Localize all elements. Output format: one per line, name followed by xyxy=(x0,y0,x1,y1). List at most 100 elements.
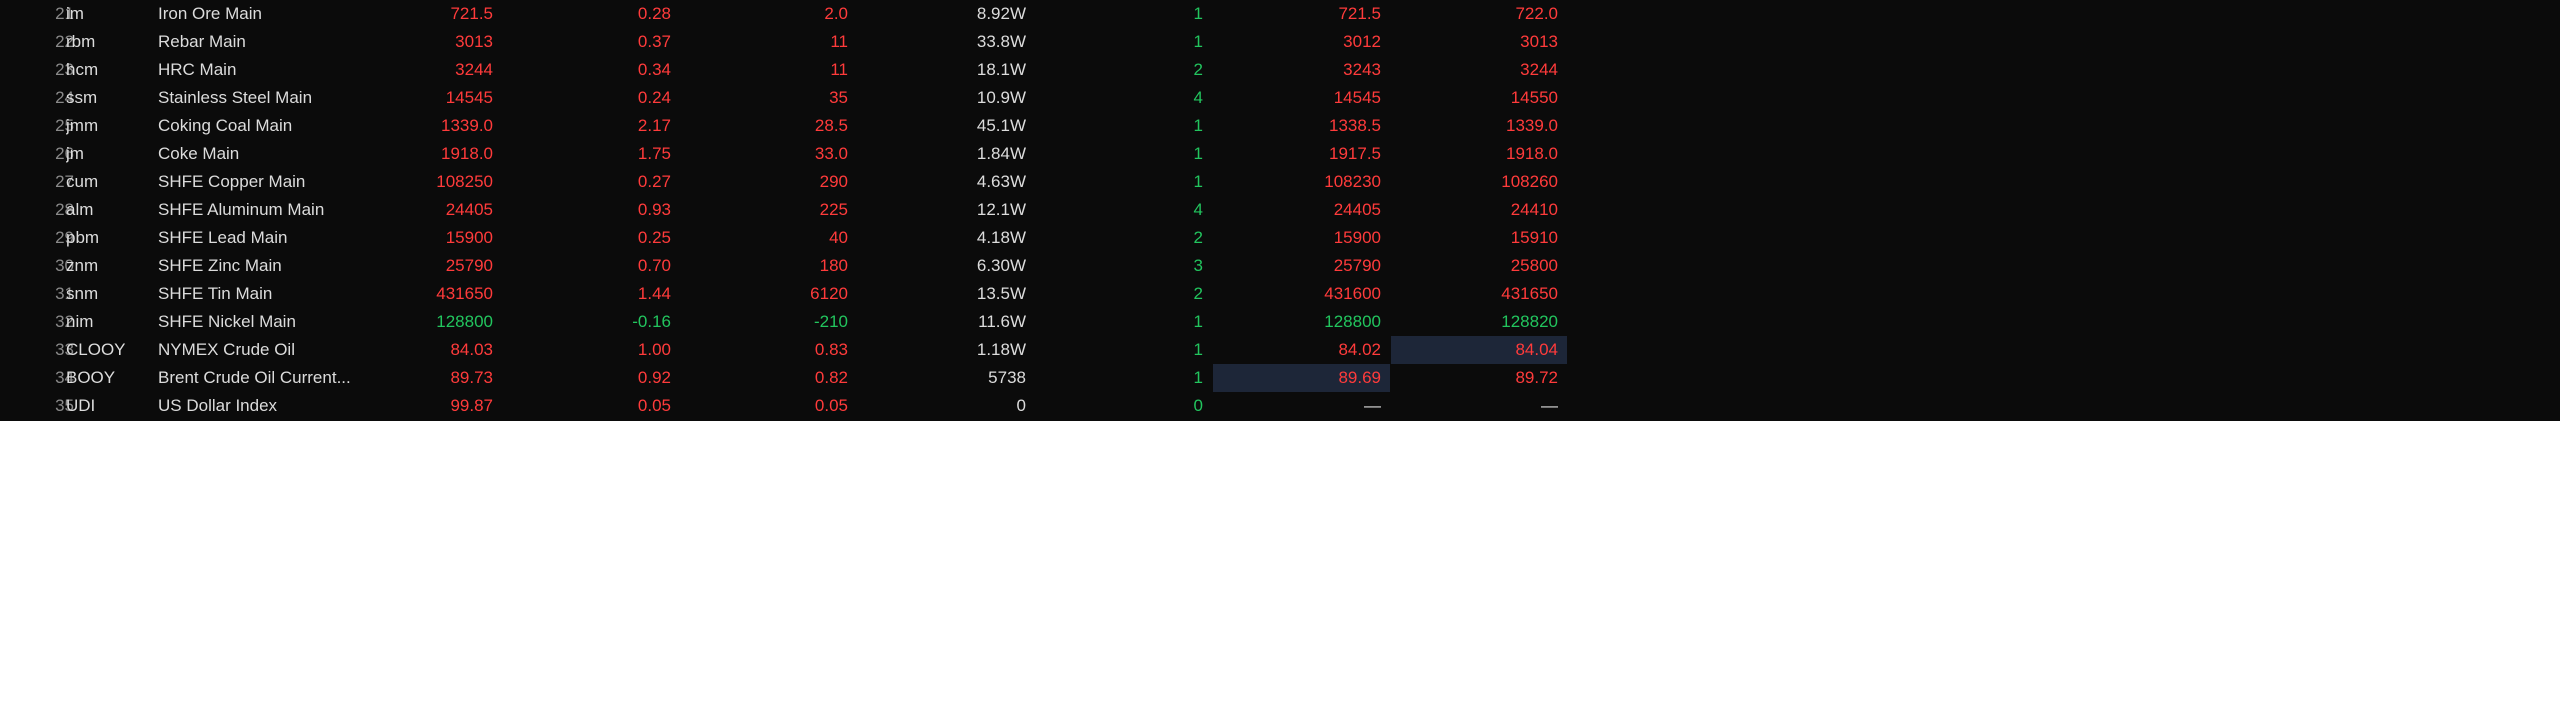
contract-name-cell: SHFE Copper Main xyxy=(158,172,306,191)
change-value-cell: 11 xyxy=(830,32,848,51)
current-lots-cell: 1 xyxy=(1193,116,1203,135)
contract-name-cell: NYMEX Crude Oil xyxy=(158,340,295,359)
table-row[interactable]: 23 hcm HRC Main 3244 0.34 11 18.1W 2 3243 3244 xyxy=(0,56,2560,84)
change-percent-cell: 0.37 xyxy=(637,32,671,51)
row-index-cell: 27 xyxy=(55,172,74,191)
bid-price-cell: 128800 xyxy=(1324,312,1381,331)
ask-price-cell: 25800 xyxy=(1510,256,1558,275)
change-percent-cell: 0.70 xyxy=(637,256,671,275)
last-price-cell: 1918.0 xyxy=(441,144,493,163)
current-lots-cell: 4 xyxy=(1193,200,1203,219)
volume-cell: 12.1W xyxy=(976,200,1026,219)
contract-name-cell: Iron Ore Main xyxy=(158,4,262,23)
bid-price-cell: 721.5 xyxy=(1338,4,1381,23)
bid-price-cell: 108230 xyxy=(1324,172,1381,191)
table-row[interactable]: 22 rbm Rebar Main 3013 0.37 11 33.8W 1 3012 3013 xyxy=(0,28,2560,56)
current-lots-cell: 2 xyxy=(1193,228,1203,247)
change-value-cell: 35 xyxy=(829,88,848,107)
table-row[interactable]: 33 CLOOY NYMEX Crude Oil 84.03 1.00 0.83 1.18W… xyxy=(0,336,2560,364)
last-price-cell: 3013 xyxy=(455,32,493,51)
change-percent-cell: -0.16 xyxy=(632,312,671,331)
contract-name-cell: Stainless Steel Main xyxy=(158,88,313,107)
row-index-cell: 23 xyxy=(55,60,74,79)
table-row[interactable]: 24 ssm Stainless Steel Main 14545 0.24 35 10.9… xyxy=(0,84,2560,112)
volume-cell: 45.1W xyxy=(976,116,1026,135)
table-row[interactable]: 32 nim SHFE Nickel Main 128800 -0.16 -210 11.6… xyxy=(0,308,2560,336)
contract-code-cell: cum xyxy=(66,172,99,191)
bid-price-cell: — xyxy=(1364,396,1381,415)
bid-price-cell: 25790 xyxy=(1333,256,1381,275)
row-index-cell: 32 xyxy=(55,312,74,331)
volume-cell: 8.92W xyxy=(976,4,1026,23)
change-value-cell: 180 xyxy=(819,256,848,275)
last-price-cell: 84.03 xyxy=(450,340,493,359)
current-lots-cell: 1 xyxy=(1193,144,1203,163)
ask-price-cell: 3244 xyxy=(1520,60,1558,79)
table-row[interactable]: 29 pbm SHFE Lead Main 15900 0.25 40 4.18W 2 1590… xyxy=(0,224,2560,252)
contract-name-cell: Coking Coal Main xyxy=(158,116,293,135)
ask-price-cell: 89.72 xyxy=(1515,368,1558,387)
contract-code-cell: CLOOY xyxy=(66,340,126,359)
row-index-cell: 30 xyxy=(55,256,74,275)
row-index-cell: 35 xyxy=(55,396,74,415)
contract-code-cell: ssm xyxy=(66,88,98,107)
current-lots-cell: 3 xyxy=(1193,256,1203,275)
contract-name-cell: Coke Main xyxy=(158,144,240,163)
contract-name-cell: HRC Main xyxy=(158,60,237,79)
contract-code-cell: alm xyxy=(66,200,94,219)
change-percent-cell: 2.17 xyxy=(637,116,671,135)
contract-code-cell: snm xyxy=(66,284,99,303)
bid-price-cell: 431600 xyxy=(1324,284,1381,303)
ask-price-cell: 128820 xyxy=(1501,312,1558,331)
contract-code-cell: rbm xyxy=(66,32,96,51)
table-row[interactable]: 31 snm SHFE Tin Main 431650 1.44 6120 13.5W 2 43… xyxy=(0,280,2560,308)
last-price-cell: 108250 xyxy=(436,172,493,191)
volume-cell: 18.1W xyxy=(976,60,1026,79)
contract-code-cell: BOOY xyxy=(66,368,116,387)
current-lots-cell: 1 xyxy=(1193,32,1203,51)
volume-cell: 33.8W xyxy=(976,32,1026,51)
volume-cell: 4.63W xyxy=(976,172,1026,191)
change-value-cell: 28.5 xyxy=(814,116,848,135)
volume-cell: 13.5W xyxy=(976,284,1026,303)
contract-code-cell: jm xyxy=(66,144,84,163)
last-price-cell: 721.5 xyxy=(450,4,493,23)
futures-quote-table: 21 im Iron Ore Main 721.5 0.28 2.0 8.92W 1 721.5… xyxy=(0,0,2560,421)
change-value-cell: 40 xyxy=(829,228,848,247)
table-row[interactable]: 21 im Iron Ore Main 721.5 0.28 2.0 8.92W 1 721.5… xyxy=(0,0,2560,28)
table-row[interactable]: 30 znm SHFE Zinc Main 25790 0.70 180 6.30W 3 257… xyxy=(0,252,2560,280)
ask-price-cell: 84.04 xyxy=(1391,336,1567,364)
last-price-cell: 128800 xyxy=(436,312,493,331)
volume-cell: 1.84W xyxy=(976,144,1026,163)
current-lots-cell: 0 xyxy=(1193,396,1203,415)
table-row[interactable]: 26 jm Coke Main 1918.0 1.75 33.0 1.84W 1 1917.5 1… xyxy=(0,140,2560,168)
contract-code-cell: pbm xyxy=(66,228,100,247)
change-percent-cell: 0.28 xyxy=(637,4,671,23)
table-row[interactable]: 28 alm SHFE Aluminum Main 24405 0.93 225 12.1W… xyxy=(0,196,2560,224)
volume-cell: 6.30W xyxy=(976,256,1026,275)
contract-name-cell: US Dollar Index xyxy=(158,396,278,415)
last-price-cell: 15900 xyxy=(445,228,493,247)
row-index-cell: 28 xyxy=(55,200,74,219)
table-row[interactable]: 35 UDI US Dollar Index 99.87 0.05 0.05 0 0 — — xyxy=(0,392,2560,420)
row-index-cell: 21 xyxy=(55,4,74,23)
change-value-cell: 2.0 xyxy=(824,4,848,23)
table-row[interactable]: 27 cum SHFE Copper Main 108250 0.27 290 4.63W 1… xyxy=(0,168,2560,196)
change-percent-cell: 0.24 xyxy=(637,88,671,107)
change-value-cell: 0.82 xyxy=(814,368,848,387)
change-percent-cell: 1.44 xyxy=(637,284,671,303)
volume-cell: 0 xyxy=(1016,396,1026,415)
ask-price-cell: 108260 xyxy=(1501,172,1558,191)
ask-price-cell: 24410 xyxy=(1510,200,1558,219)
contract-name-cell: SHFE Nickel Main xyxy=(158,312,296,331)
contract-name-cell: SHFE Aluminum Main xyxy=(158,200,325,219)
contract-name-cell: Rebar Main xyxy=(158,32,246,51)
change-value-cell: 290 xyxy=(819,172,848,191)
row-index-cell: 26 xyxy=(55,144,74,163)
ask-price-cell: 1918.0 xyxy=(1506,144,1558,163)
last-price-cell: 25790 xyxy=(445,256,493,275)
table-row[interactable]: 25 jmm Coking Coal Main 1339.0 2.17 28.5 45.1W… xyxy=(0,112,2560,140)
table-row[interactable]: 34 BOOY Brent Crude Oil Current... 89.73 0.9… xyxy=(0,364,2560,392)
change-value-cell: 11 xyxy=(830,60,848,79)
current-lots-cell: 2 xyxy=(1193,284,1203,303)
